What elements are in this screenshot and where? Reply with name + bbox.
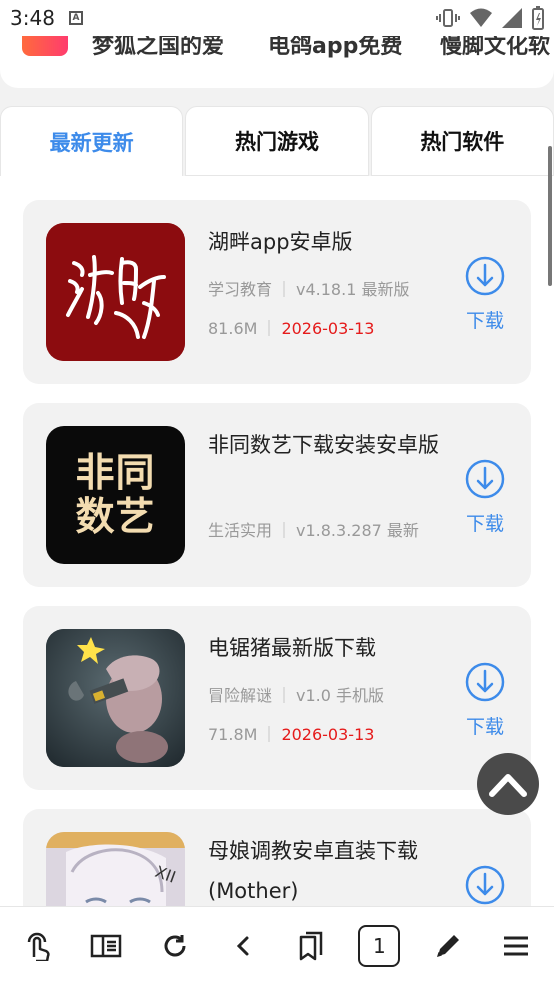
app-meta: 生活实用 v1.8.3.287 最新 [208, 517, 419, 541]
recommend-strip: 梦狐之国的爱 电鸽app免费 慢脚文化软 [0, 28, 554, 88]
app-list: 湖畔app安卓版 学习教育 v4.18.1 最新版 81.6M 2026-03-13… [0, 176, 554, 906]
reader-mode-button[interactable] [82, 922, 130, 970]
app-icon-hupan[interactable] [46, 223, 185, 361]
tab-count: 1 [358, 924, 401, 967]
app-category: 学习教育 [208, 280, 273, 299]
app-meta-size: 71.8M 2026-03-13 [208, 725, 374, 744]
back-button[interactable] [219, 922, 267, 970]
vibrate-icon [436, 9, 460, 27]
app-meta: 学习教育 v4.18.1 最新版 [208, 276, 409, 300]
app-category: 冒险解谜 [208, 686, 273, 705]
app-icon-chainsaw-pig[interactable] [46, 629, 185, 767]
app-version: v1.8.3.287 最新 [296, 521, 419, 540]
app-title[interactable]: 非同数艺下载安装安卓版 [208, 425, 448, 465]
reader-icon [91, 934, 122, 957]
app-version: v1.0 手机版 [296, 686, 385, 705]
battery-icon [532, 6, 544, 30]
feitong-logo-text: 非同数艺 [75, 450, 156, 540]
app-date: 2026-03-13 [281, 319, 375, 338]
edit-button[interactable] [424, 922, 472, 970]
tabs-button[interactable]: 1 [355, 922, 403, 970]
separator [268, 726, 271, 742]
download-button[interactable] [463, 865, 507, 906]
tab-hot-software[interactable]: 热门软件 [370, 106, 554, 176]
chainsaw-pig-art-icon [46, 629, 185, 767]
download-icon [465, 865, 505, 905]
download-icon [465, 256, 505, 296]
separator [268, 320, 271, 336]
download-icon [465, 459, 505, 499]
app-size: 81.6M [208, 319, 258, 338]
download-button[interactable]: 下载 [463, 662, 507, 739]
app-card[interactable]: 电锯猪最新版下载 冒险解谜 v1.0 手机版 71.8M 2026-03-13 下载 [23, 606, 531, 790]
app-icon-mother[interactable]: XII [46, 832, 185, 906]
download-button[interactable]: 下载 [463, 256, 507, 333]
app-size: 71.8M [208, 725, 258, 744]
app-category: 生活实用 [208, 521, 273, 540]
app-meta: 冒险解谜 v1.0 手机版 [208, 682, 384, 706]
scroll-to-top-button[interactable] [477, 753, 539, 815]
download-label: 下载 [465, 716, 504, 738]
download-label: 下载 [465, 513, 504, 535]
refresh-button[interactable] [151, 922, 199, 970]
app-card[interactable]: 湖畔app安卓版 学习教育 v4.18.1 最新版 81.6M 2026-03-13… [23, 200, 531, 384]
separator [283, 522, 286, 538]
hamburger-menu-icon [503, 936, 528, 955]
menu-button[interactable] [492, 922, 540, 970]
chevron-left-icon [236, 936, 249, 955]
touch-gesture-icon [27, 932, 50, 961]
app-meta-size: 81.6M 2026-03-13 [208, 319, 374, 338]
app-title[interactable]: 湖畔app安卓版 [208, 222, 448, 262]
status-time: 3:48 [10, 6, 55, 30]
app-version: v4.18.1 最新版 [296, 280, 410, 299]
app-title[interactable]: 母娘调教安卓直装下载(Mother) [208, 831, 448, 906]
app-card[interactable]: XII 母娘调教安卓直装下载(Mother) [23, 809, 531, 906]
browser-toolbar: 1 [0, 906, 554, 984]
separator [283, 281, 286, 297]
category-tabs: 最新更新 热门游戏 热门软件 [0, 106, 554, 176]
app-date: 2026-03-13 [281, 725, 375, 744]
bookmarks-icon [299, 931, 323, 960]
separator [283, 687, 286, 703]
app-card[interactable]: 非同数艺 非同数艺下载安装安卓版 生活实用 v1.8.3.287 最新 下载 [23, 403, 531, 587]
pencil-icon [436, 934, 459, 957]
wifi-icon [470, 8, 492, 27]
download-label: 下载 [465, 310, 504, 332]
anime-character-art-icon: XII [46, 832, 185, 906]
gesture-button[interactable] [14, 922, 62, 970]
tab-hot-games[interactable]: 热门游戏 [185, 106, 369, 176]
app-icon-feitong[interactable]: 非同数艺 [46, 426, 185, 564]
app-title[interactable]: 电锯猪最新版下载 [208, 628, 448, 668]
tab-latest[interactable]: 最新更新 [0, 106, 184, 176]
refresh-icon [164, 934, 186, 956]
download-icon [465, 662, 505, 702]
page-scrollbar[interactable] [548, 146, 552, 286]
status-icons [436, 6, 544, 30]
download-button[interactable]: 下载 [463, 459, 507, 536]
notification-icon: A [68, 11, 83, 25]
hupan-logo-icon [46, 223, 185, 361]
status-bar: 3:48 A [0, 0, 554, 36]
chevron-up-icon [489, 774, 527, 797]
signal-icon [502, 8, 522, 28]
bookmarks-button[interactable] [287, 922, 335, 970]
